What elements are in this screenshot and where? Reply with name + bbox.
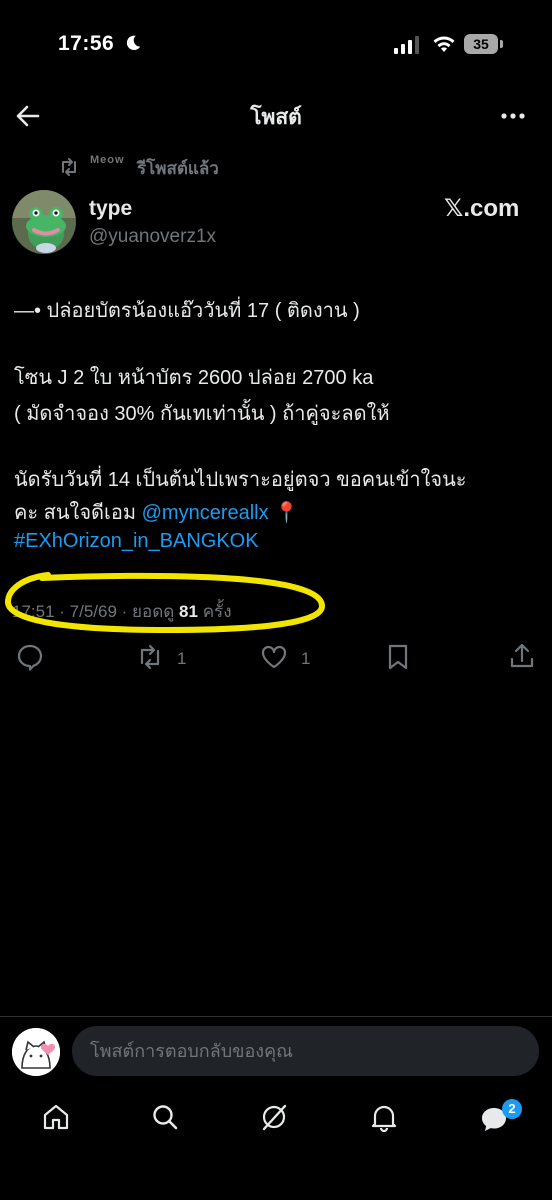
author-avatar[interactable] [12, 190, 76, 254]
search-icon[interactable] [150, 1102, 180, 1132]
pin-emoji: 📍 [274, 502, 300, 524]
battery-cap [500, 40, 503, 48]
repost-icon [62, 158, 76, 176]
grok-icon[interactable] [259, 1102, 289, 1132]
mention-link[interactable]: @myncereallx [142, 502, 269, 524]
post-text-line: —• ปล่อยบัตรน้องแอ๊ววันที่ 17 ( ติดงาน ) [14, 300, 360, 322]
user-avatar[interactable] [12, 1028, 60, 1076]
highlight-annotation [4, 572, 326, 634]
bookmark-icon[interactable] [384, 643, 412, 671]
post-text-line: โซน J 2 ใบ หน้าบัตร 2600 ปล่อย 2700 ka [14, 367, 374, 389]
post-text-line: ( มัดจำจอง 30% กันเทเท่านั้น ) ถ้าคู่จะล… [14, 403, 390, 425]
share-icon[interactable] [508, 642, 536, 670]
page-title: โพสต์ [250, 106, 302, 129]
hashtag-link[interactable]: #EXhOrizon_in_BANGKOK [14, 530, 259, 553]
repost-icon[interactable] [136, 643, 164, 671]
source-label: 𝕏.com [444, 195, 520, 222]
frog-avatar-image [12, 190, 76, 254]
divider [0, 1016, 552, 1017]
battery-indicator: 35 [464, 34, 504, 54]
reply-icon[interactable] [16, 643, 44, 671]
messages-badge: 2 [502, 1099, 522, 1119]
post-text-line: คะ สนใจดีเอม @myncereallx 📍 [14, 496, 299, 528]
more-options-icon[interactable] [498, 103, 528, 129]
post-text-segment: คะ สนใจดีเอม [14, 502, 142, 524]
status-time: 17:56 [58, 32, 115, 55]
moon-icon [126, 35, 141, 51]
battery-level: 35 [464, 34, 498, 54]
reply-input[interactable] [72, 1026, 539, 1076]
home-icon[interactable] [41, 1102, 71, 1132]
cat-avatar-image [12, 1028, 60, 1076]
like-count: 1 [301, 649, 311, 668]
repost-user-name[interactable]: Meow [90, 154, 125, 166]
author-name[interactable]: type [89, 197, 132, 221]
repost-label: รีโพสต์แล้ว [137, 159, 219, 178]
wifi-icon [433, 36, 455, 52]
post-text-line: นัดรับวันที่ 14 เป็นต้นไปเพราะอยู่ตจว ขอ… [14, 469, 467, 491]
repost-count: 1 [177, 649, 187, 668]
signal-icon [394, 36, 419, 54]
like-icon[interactable] [260, 643, 288, 671]
notifications-bell-icon[interactable] [369, 1102, 399, 1132]
author-handle[interactable]: @yuanoverz1x [89, 226, 216, 248]
